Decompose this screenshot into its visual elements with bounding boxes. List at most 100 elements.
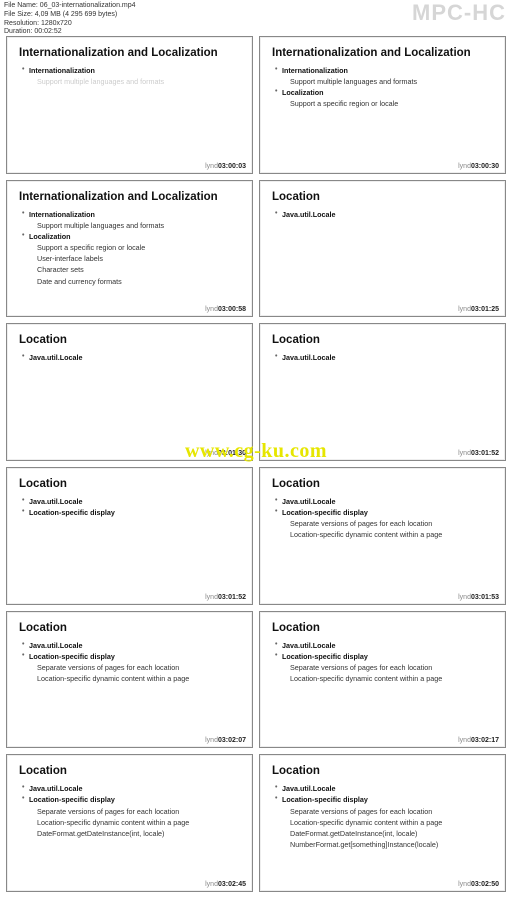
bullet-item: Location-specific dynamic content within… (272, 529, 493, 540)
slide-timestamp: 03:02:50 (471, 881, 499, 888)
slide-brand: lynd03:00:30 (458, 163, 499, 170)
bullet-item: Support a specific region or locale (272, 98, 493, 109)
bullet-item: Separate versions of pages for each loca… (272, 662, 493, 673)
thumbnail-slide[interactable]: Internationalization and Localization Int… (6, 36, 253, 174)
thumbnail-slide[interactable]: LocationJava.util.LocaleLocation-specifi… (259, 467, 506, 605)
bullet-item: Support a specific region or locale (19, 242, 240, 253)
bullet-item: Java.util.Locale (19, 640, 240, 651)
bullet-item: Location-specific display (272, 794, 493, 805)
slide-brand: lynd03:02:45 (205, 881, 246, 888)
slide-bullets: Java.util.LocaleLocation-specific displa… (272, 496, 493, 541)
bullet-item: Support multiple languages and formats (19, 220, 240, 231)
slide-title: Location (272, 622, 493, 634)
thumbnail-slide[interactable]: Internationalization and Localization Int… (259, 36, 506, 174)
thumbnail-grid: Internationalization and Localization Int… (6, 36, 506, 892)
bullet-item: User-interface labels (19, 253, 240, 264)
slide-brand: lynd03:01:53 (458, 594, 499, 601)
slide-timestamp: 03:00:03 (218, 163, 246, 170)
bullet-item: Location-specific dynamic content within… (272, 673, 493, 684)
slide-title: Location (272, 334, 493, 346)
bullet-item: Localization (19, 231, 240, 242)
slide-bullets: InternationalizationSupport multiple lan… (272, 65, 493, 110)
slide-brand: lynd03:01:25 (458, 306, 499, 313)
slide-timestamp: 03:01:52 (471, 450, 499, 457)
slide-title: Location (19, 478, 240, 490)
slide-bullets: Java.util.LocaleLocation-specific displa… (19, 783, 240, 839)
slide-title: Location (272, 191, 493, 203)
slide-title: Internationalization and Localization (19, 47, 240, 59)
slide-timestamp: 03:02:17 (471, 737, 499, 744)
thumbnail-slide[interactable]: Location Java.util.Locale lynd03:01:25 (259, 180, 506, 318)
slide-brand: lynd03:02:50 (458, 881, 499, 888)
bullet-item: NumberFormat.get[something]Instance(loca… (272, 839, 493, 850)
bullet-item: Location-specific display (19, 794, 240, 805)
slide-brand: lynd03:00:03 (205, 163, 246, 170)
bullet-item: Java.util.Locale (272, 640, 493, 651)
slide-bullets: Java.util.LocaleLocation-specific displa… (272, 783, 493, 850)
slide-bullets: InternationalizationSupport multiple lan… (19, 209, 240, 287)
bullet-item: Location-specific display (19, 507, 240, 518)
thumbnail-slide[interactable]: LocationJava.util.LocaleLocation-specifi… (259, 754, 506, 892)
bullet-item: Location-specific dynamic content within… (272, 817, 493, 828)
bullet-item: Java.util.Locale (272, 209, 493, 220)
bullet-item: Internationalization (19, 209, 240, 220)
slide-bullets: Java.util.LocaleLocation-specific displa… (19, 496, 240, 518)
slide-bullets: InternationalizationSupport multiple lan… (19, 65, 240, 87)
slide-bullets: Java.util.Locale (272, 352, 493, 363)
thumbnail-slide[interactable]: Location Java.util.Locale lynd03:01:52 (259, 323, 506, 461)
bullet-item: Java.util.Locale (19, 352, 240, 363)
slide-brand: lynd03:02:07 (205, 737, 246, 744)
bullet-item: Java.util.Locale (272, 352, 493, 363)
slide-timestamp: 03:01:30 (218, 450, 246, 457)
slide-timestamp: 03:02:07 (218, 737, 246, 744)
slide-title: Internationalization and Localization (19, 191, 240, 203)
bullet-item: Java.util.Locale (272, 496, 493, 507)
bullet-item: Location-specific display (272, 507, 493, 518)
bullet-item: Internationalization (272, 65, 493, 76)
slide-title: Location (272, 478, 493, 490)
bullet-item: DateFormat.getDateInstance(int, locale) (19, 828, 240, 839)
bullet-item: DateFormat.getDateInstance(int, locale) (272, 828, 493, 839)
file-meta: File Name: 06_03-internationalization.mp… (4, 2, 136, 37)
slide-bullets: Java.util.LocaleLocation-specific displa… (272, 640, 493, 685)
thumbnail-slide[interactable]: Location Java.util.LocaleLocation-specifi… (6, 467, 253, 605)
thumbnail-slide[interactable]: Location Java.util.Locale lynd03:01:30 (6, 323, 253, 461)
thumbnail-slide[interactable]: Location Java.util.LocaleLocation-specifi… (6, 754, 253, 892)
bullet-item: Date and currency formats (19, 276, 240, 287)
meta-resolution: Resolution: 1280x720 (4, 20, 136, 29)
slide-brand: lynd03:02:17 (458, 737, 499, 744)
slide-timestamp: 03:01:25 (471, 306, 499, 313)
slide-timestamp: 03:02:45 (218, 881, 246, 888)
thumbnail-slide[interactable]: LocationJava.util.LocaleLocation-specifi… (6, 611, 253, 749)
slide-title: Location (19, 622, 240, 634)
slide-title: Internationalization and Localization (272, 47, 493, 59)
slide-brand: lynd03:01:52 (205, 594, 246, 601)
bullet-item: Location-specific dynamic content within… (19, 673, 240, 684)
thumbnail-slide[interactable]: LocationJava.util.LocaleLocation-specifi… (259, 611, 506, 749)
slide-brand: lynd03:00:58 (205, 306, 246, 313)
slide-bullets: Java.util.Locale (19, 352, 240, 363)
app-title: MPC-HC (412, 0, 506, 26)
slide-title: Location (19, 765, 240, 777)
bullet-item: Support multiple languages and formats (272, 76, 493, 87)
bullet-item: Localization (272, 87, 493, 98)
slide-timestamp: 03:01:52 (218, 594, 246, 601)
bullet-item: Java.util.Locale (19, 783, 240, 794)
thumbnail-slide[interactable]: Internationalization and Localization Int… (6, 180, 253, 318)
slide-timestamp: 03:00:30 (471, 163, 499, 170)
slide-brand: lynd03:01:30 (205, 450, 246, 457)
slide-bullets: Java.util.Locale (272, 209, 493, 220)
slide-brand: lynd03:01:52 (458, 450, 499, 457)
slide-title: Location (19, 334, 240, 346)
bullet-item: Separate versions of pages for each loca… (19, 662, 240, 673)
bullet-item: Java.util.Locale (272, 783, 493, 794)
bullet-item: Java.util.Locale (19, 496, 240, 507)
bullet-item: Support multiple languages and formats (19, 76, 240, 87)
slide-timestamp: 03:01:53 (471, 594, 499, 601)
bullet-item: Location-specific display (272, 651, 493, 662)
bullet-item: Character sets (19, 264, 240, 275)
bullet-item: Location-specific display (19, 651, 240, 662)
meta-file-name: File Name: 06_03-internationalization.mp… (4, 2, 136, 11)
slide-timestamp: 03:00:58 (218, 306, 246, 313)
slide-title: Location (272, 765, 493, 777)
